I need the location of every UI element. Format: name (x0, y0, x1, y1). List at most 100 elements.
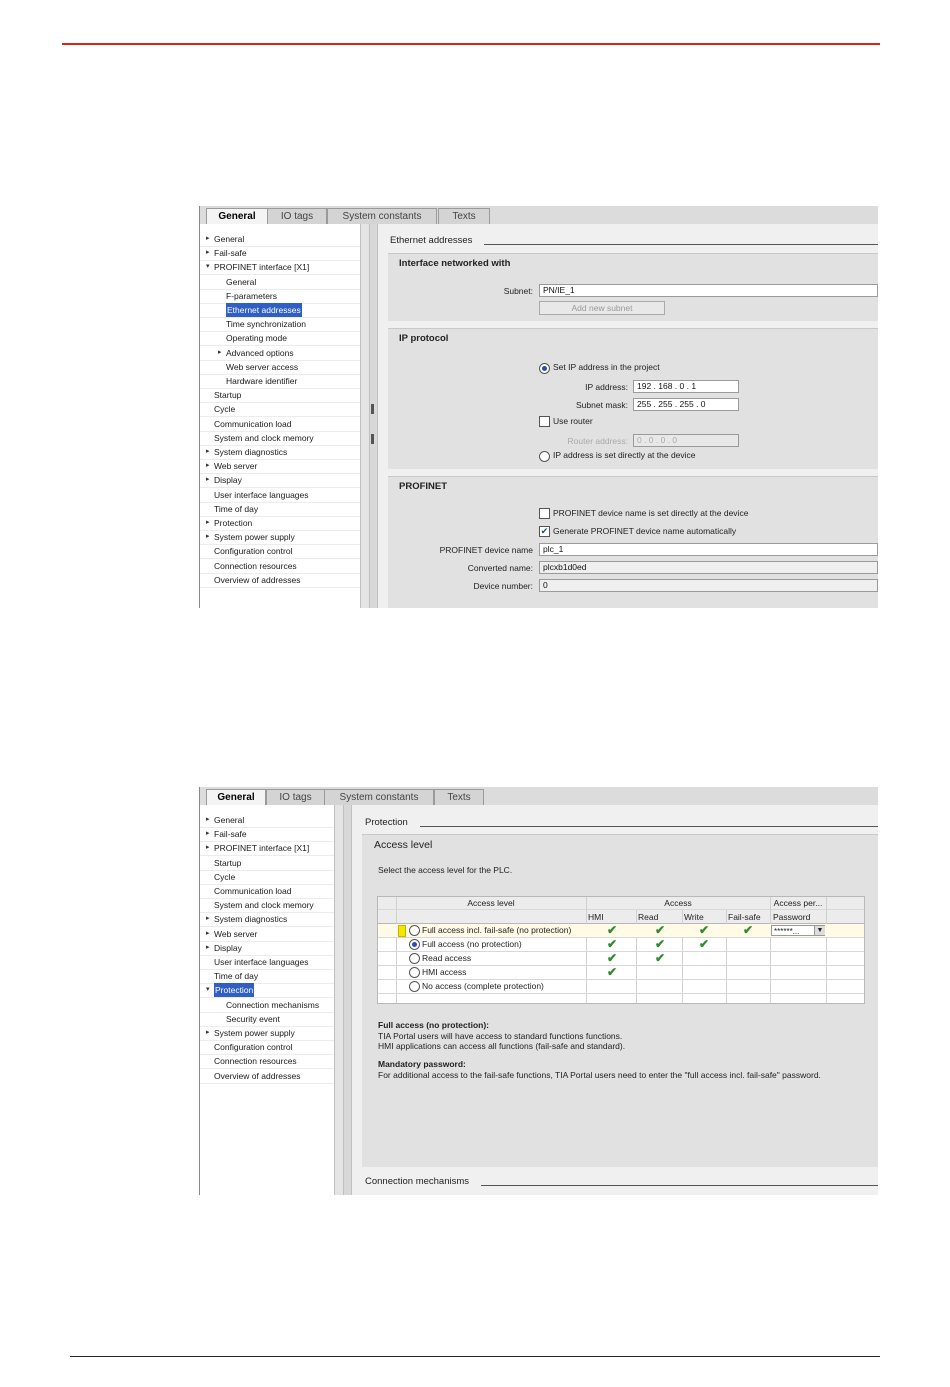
screenshot-ethernet-addresses: General IO tags System constants Texts ▸… (199, 206, 878, 608)
ip-direct-radio[interactable] (539, 451, 550, 462)
expand-down-icon[interactable]: ▾ (206, 983, 210, 997)
tree-item-cycle[interactable]: Cycle (200, 402, 360, 418)
tree-item-connection-resources[interactable]: Connection resources (200, 1054, 334, 1070)
tree-item-configuration-control[interactable]: Configuration control (200, 1040, 334, 1056)
expand-right-icon[interactable]: ▸ (206, 1026, 210, 1040)
expand-right-icon[interactable]: ▸ (206, 516, 210, 530)
access-row[interactable]: Read access ✔ ✔ (378, 951, 864, 966)
access-level-radio[interactable] (409, 925, 420, 936)
tab-system-constants[interactable]: System constants (324, 789, 434, 805)
tree-item-general[interactable]: ▸ General (200, 813, 334, 828)
ip-direct-label: IP address is set directly at the device (553, 450, 696, 460)
device-name-field[interactable]: plc_1 (539, 543, 878, 556)
scrollbar[interactable] (369, 224, 378, 608)
tree-item-connection-resources[interactable]: Connection resources (200, 559, 360, 574)
ip-address-field[interactable]: 192 . 168 . 0 . 1 (633, 380, 739, 393)
tree-item-connection-mechanisms[interactable]: Connection mechanisms (200, 998, 334, 1013)
tree-item-protection[interactable]: ▾ Protection (200, 983, 344, 999)
tree-item-system-and-clock-memory[interactable]: System and clock memory (200, 431, 360, 446)
add-new-subnet-button[interactable]: Add new subnet (539, 301, 665, 315)
access-row[interactable]: No access (complete protection) (378, 980, 864, 994)
tree-item-system-power-supply[interactable]: ▸ System power supply (200, 1026, 334, 1041)
tree-item-label: Security event (226, 1013, 280, 1024)
expand-right-icon[interactable]: ▸ (206, 813, 210, 827)
tree-item-cycle[interactable]: Cycle (200, 870, 334, 885)
expand-right-icon[interactable]: ▸ (206, 445, 210, 459)
tree-item-system-diagnostics[interactable]: ▸ System diagnostics (200, 445, 360, 460)
use-router-checkbox[interactable] (539, 416, 550, 427)
expand-right-icon[interactable]: ▸ (206, 246, 210, 260)
tree-item-system-and-clock-memory[interactable]: System and clock memory (200, 898, 334, 914)
tree-item-time-of-day[interactable]: Time of day (200, 969, 334, 985)
tree-item-system-power-supply[interactable]: ▸ System power supply (200, 530, 360, 546)
scrollbar[interactable] (343, 805, 352, 1195)
tree-item-fail-safe[interactable]: ▸ Fail-safe (200, 246, 370, 262)
access-level-description: Select the access level for the PLC. (378, 865, 513, 875)
tree-item-display[interactable]: ▸ Display (200, 473, 360, 489)
tree-item-profinet-interface-x1[interactable]: ▾ PROFINET interface [X1] (200, 260, 360, 276)
expand-right-icon[interactable]: ▸ (218, 346, 222, 360)
tree-item-overview-of-addresses[interactable]: Overview of addresses (200, 1069, 334, 1084)
tree-item-hardware-identifier[interactable]: Hardware identifier (200, 374, 360, 389)
interface-panel: Interface networked with Subnet: PN/IE_1… (388, 253, 878, 321)
expand-right-icon[interactable]: ▸ (206, 912, 210, 926)
tree-item-display[interactable]: ▸ Display (200, 941, 334, 956)
name-direct-checkbox[interactable] (539, 508, 550, 519)
tree-item-user-interface-languages[interactable]: User interface languages (200, 955, 334, 970)
subnet-field[interactable]: PN/IE_1 (539, 284, 878, 297)
password-dropdown-icon[interactable]: ▼ (814, 926, 825, 935)
subnet-mask-field[interactable]: 255 . 255 . 255 . 0 (633, 398, 739, 411)
access-level-radio[interactable] (409, 939, 420, 950)
tree-item-general[interactable]: General (200, 275, 360, 290)
tree-item-label: Fail-safe (214, 248, 247, 259)
tree-item-label: Fail-safe (214, 829, 247, 840)
expand-right-icon[interactable]: ▸ (206, 530, 210, 544)
tree-item-web-server-access[interactable]: Web server access (200, 360, 360, 375)
tree-item-ethernet-addresses[interactable]: Ethernet addresses (200, 303, 360, 318)
access-level-radio[interactable] (409, 981, 420, 992)
access-level-radio[interactable] (409, 953, 420, 964)
tree-item-label: Display (214, 942, 242, 953)
tree-item-startup[interactable]: Startup (200, 856, 334, 871)
expand-right-icon[interactable]: ▸ (206, 941, 210, 955)
tree-item-web-server[interactable]: ▸ Web server (200, 927, 334, 942)
set-ip-radio[interactable] (539, 363, 550, 374)
tree-item-startup[interactable]: Startup (200, 388, 360, 404)
tree-item-advanced-options[interactable]: ▸ Advanced options (200, 346, 360, 361)
expand-right-icon[interactable]: ▸ (206, 459, 210, 473)
tree-item-protection[interactable]: ▸ Protection (200, 516, 370, 531)
expand-right-icon[interactable]: ▸ (206, 927, 210, 941)
tree-item-communication-load[interactable]: Communication load (200, 417, 360, 432)
expand-right-icon[interactable]: ▸ (206, 827, 210, 841)
tree-item-security-event[interactable]: Security event (200, 1012, 334, 1027)
tree-item-configuration-control[interactable]: Configuration control (200, 544, 360, 560)
tree-item-web-server[interactable]: ▸ Web server (200, 459, 360, 475)
tree-item-label: Connection mechanisms (226, 999, 320, 1010)
tree-item-user-interface-languages[interactable]: User interface languages (200, 488, 360, 503)
tree-item-operating-mode[interactable]: Operating mode (200, 331, 360, 347)
tree-item-fail-safe[interactable]: ▸ Fail-safe (200, 827, 344, 843)
expand-right-icon[interactable]: ▸ (206, 473, 210, 487)
tab-texts[interactable]: Texts (434, 789, 484, 805)
tree-item-communication-load[interactable]: Communication load (200, 884, 334, 899)
tab-texts[interactable]: Texts (438, 208, 490, 224)
tree-item-time-synchronization[interactable]: Time synchronization (200, 317, 360, 333)
tab-system-constants[interactable]: System constants (327, 208, 437, 224)
tree-item-time-of-day[interactable]: Time of day (200, 502, 360, 517)
tree-item-f-parameters[interactable]: F-parameters (200, 289, 370, 304)
expand-right-icon[interactable]: ▸ (206, 841, 210, 855)
tree-item-profinet-interface-x1[interactable]: ▸ PROFINET interface [X1] (200, 841, 334, 857)
tree-item-system-diagnostics[interactable]: ▸ System diagnostics (200, 912, 334, 928)
access-level-radio[interactable] (409, 967, 420, 978)
expand-right-icon[interactable]: ▸ (206, 232, 210, 246)
tree-item-overview-of-addresses[interactable]: Overview of addresses (200, 573, 360, 588)
generate-name-checkbox[interactable]: ✔ (539, 526, 550, 537)
expand-down-icon[interactable]: ▾ (206, 260, 210, 274)
tab-io-tags[interactable]: IO tags (267, 208, 327, 224)
tab-io-tags[interactable]: IO tags (266, 789, 325, 805)
access-row[interactable]: Full access (no protection) ✔ ✔ ✔ (378, 937, 864, 952)
access-row[interactable]: HMI access ✔ (378, 965, 864, 980)
check-icon: ✔ (607, 951, 618, 965)
tree-item-general[interactable]: ▸ General (200, 232, 360, 247)
navigation-tree: ▸ General ▸ Fail-safe ▾ PROFINET interface [X… (200, 224, 370, 608)
